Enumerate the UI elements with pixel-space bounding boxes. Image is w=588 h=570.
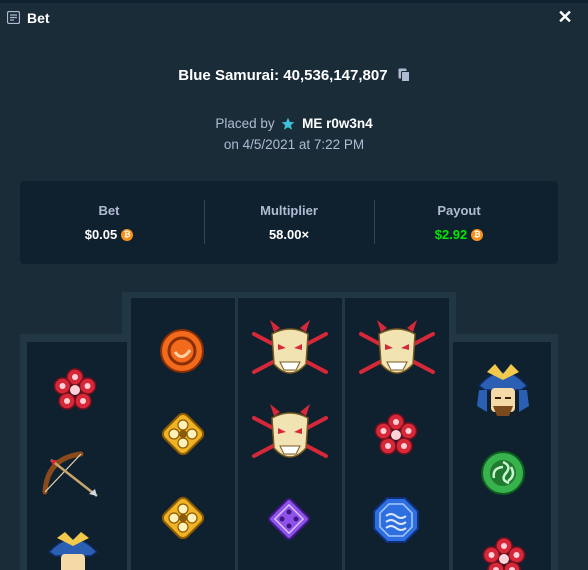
oni-mask-icon [359,320,435,374]
modal-header: Bet ✕ [0,0,588,36]
username-link[interactable]: ME r0w3n4 [302,116,373,131]
payout-label: Payout [437,203,481,218]
green-swirl-icon [481,451,525,495]
modal-title: Bet [27,10,50,26]
multiplier-stat: Multiplier 58.00× [200,181,378,264]
reel-1 [27,342,127,570]
purple-diamond-icon [268,498,310,540]
reel-5 [453,342,551,570]
gold-flower-icon [161,412,205,456]
bet-label: Bet [98,203,120,218]
bet-id-line: Blue Samurai: 40,536,147,807 [0,67,588,84]
orange-orb-icon [160,329,204,373]
copy-icon[interactable] [398,68,410,82]
bet-date: on 4/5/2021 at 7:22 PM [223,137,365,152]
oni-mask-icon [252,404,328,458]
gold-flower-icon [161,496,205,540]
bet-game-id: Blue Samurai: 40,536,147,807 [178,67,388,84]
payout-stat: Payout $2.92 [370,181,548,264]
payout-value: $2.92 [370,227,548,242]
btc-coin-icon [121,229,134,241]
bet-slip-icon [7,11,20,24]
placed-by-line: Placed by ME r0w3n4 [0,116,588,131]
red-flower-icon [161,298,201,302]
reel-3 [238,298,342,570]
reel-4 [345,298,449,570]
blue-wave-icon [373,497,419,543]
vip-star-icon [282,117,295,130]
reel-2 [131,298,235,570]
placed-by-label: Placed by [215,116,275,131]
multiplier-label: Multiplier [260,203,318,218]
bet-amount-stat: Bet $0.05 [20,181,198,264]
bow-arrow-icon [42,451,98,497]
samurai-icon [477,364,529,416]
close-icon[interactable]: ✕ [556,8,574,26]
red-flower-icon [374,413,418,455]
multiplier-value: 58.00× [268,227,310,242]
red-flower-icon [482,537,526,570]
red-flower-icon [53,368,97,410]
samurai-icon [47,532,99,570]
oni-mask-icon [252,320,328,374]
bet-stats-panel: Bet $0.05 Multiplier 58.00× Payout $2.92 [20,181,558,264]
bet-value: $0.05 [20,227,198,242]
btc-coin-icon [471,229,484,241]
